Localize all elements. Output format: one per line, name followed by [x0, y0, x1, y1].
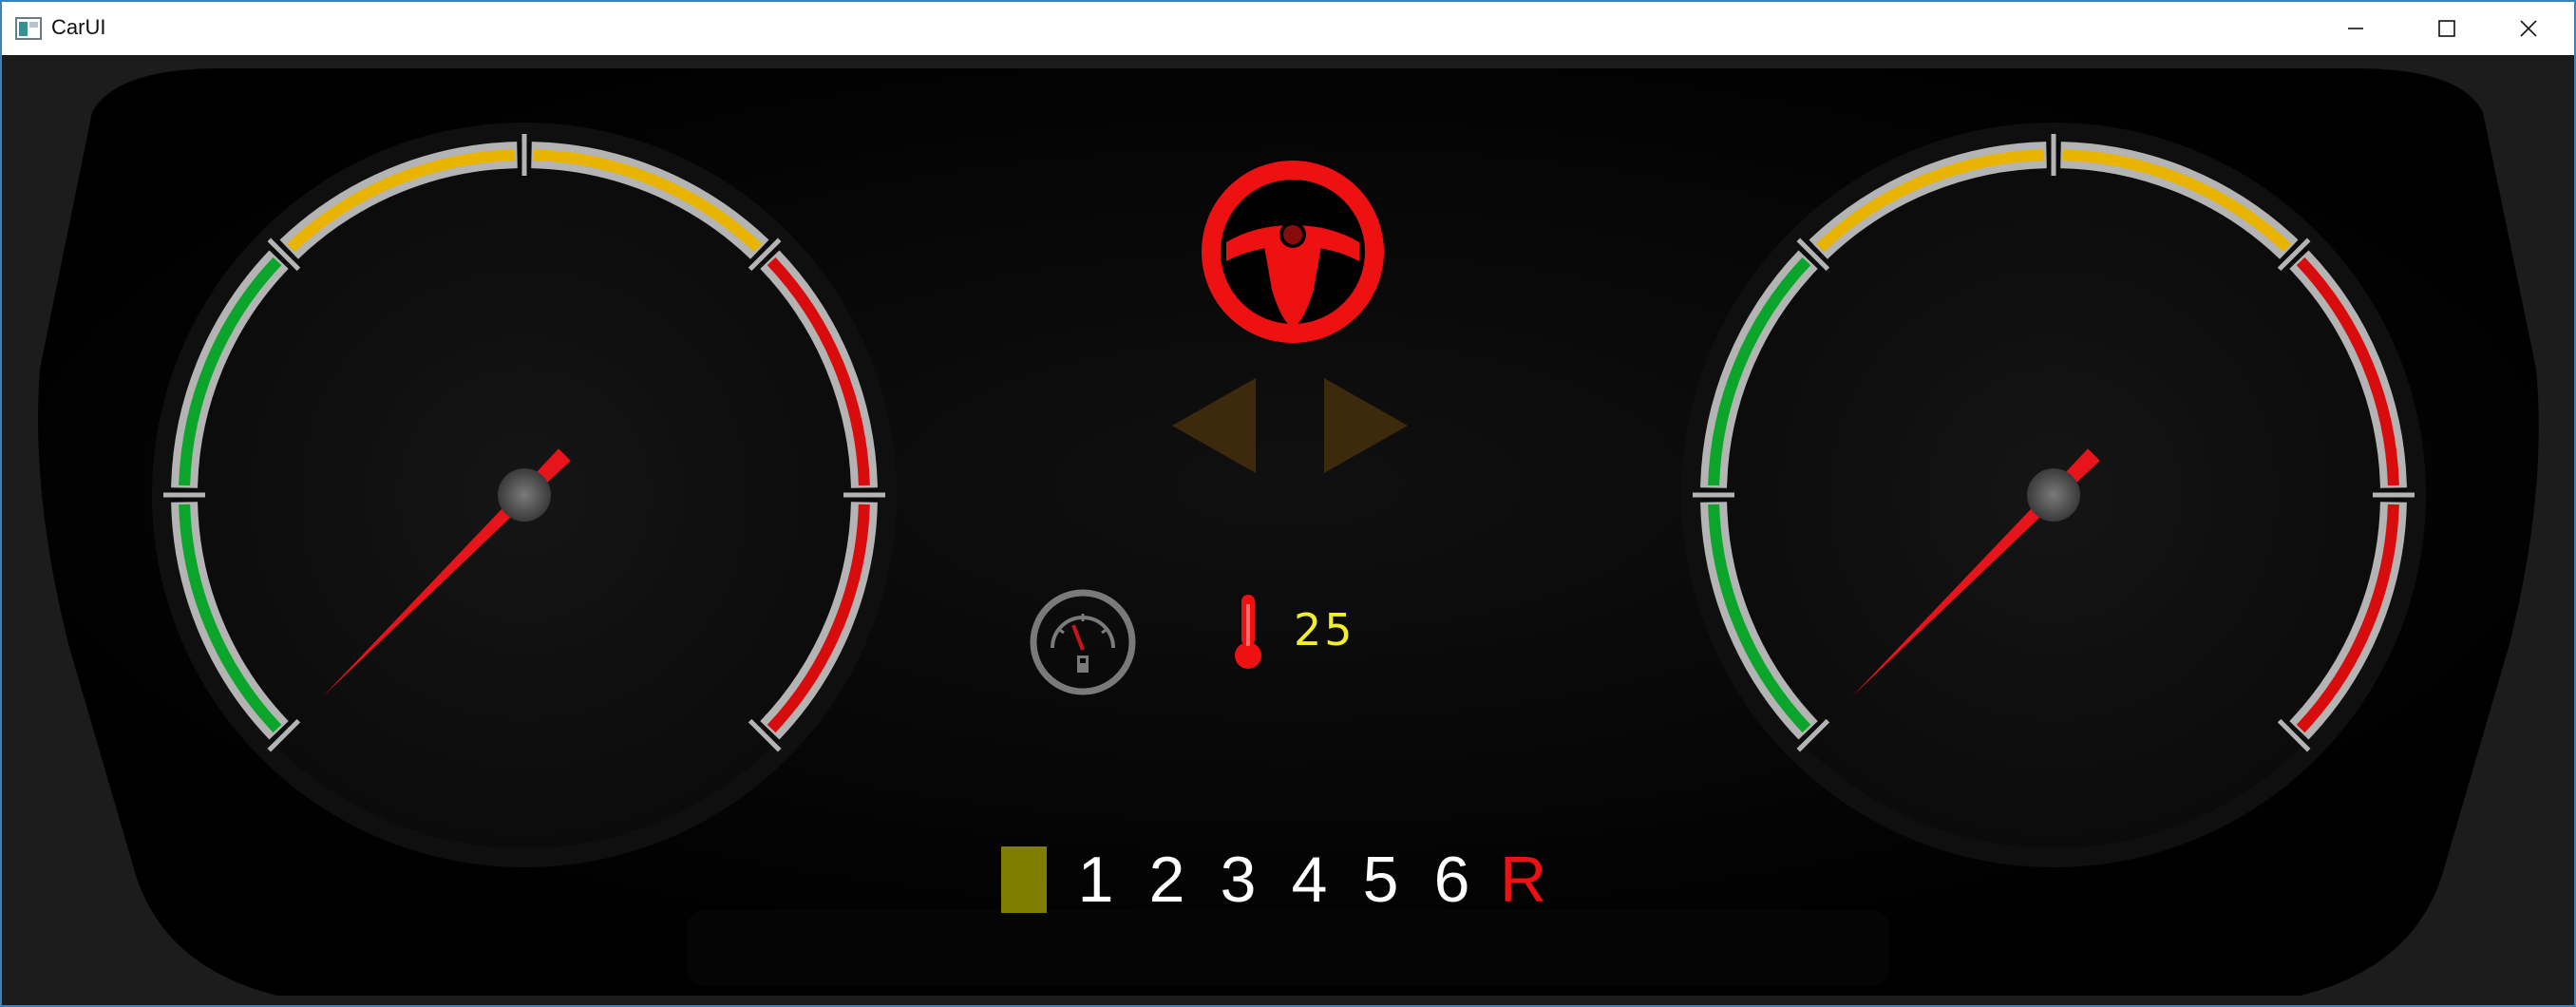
gear-reverse[interactable]: R: [1487, 842, 1559, 918]
gear-3[interactable]: 3: [1203, 842, 1274, 918]
maximize-icon: [2438, 20, 2455, 37]
gear-4[interactable]: 4: [1274, 842, 1345, 918]
gear-5[interactable]: 5: [1345, 842, 1416, 918]
gear-2[interactable]: 2: [1131, 842, 1203, 918]
gear-indicator: [1001, 846, 1047, 913]
gear-selector: 1 2 3 4 5 6 R: [1001, 842, 1559, 918]
gear-console: [686, 910, 1890, 986]
dashboard: 25 1 2 3 4 5 6 R: [2, 55, 2574, 1005]
gear-6[interactable]: 6: [1416, 842, 1487, 918]
gauge-hub: [498, 468, 551, 522]
gauge-hub: [2027, 468, 2080, 522]
app-window: CarUI 25 1 2 3 4 5 6 R: [0, 0, 2576, 1007]
left-gauge: [152, 123, 897, 867]
minimize-icon: [2348, 28, 2363, 29]
app-icon: [15, 17, 42, 40]
maximize-button[interactable]: [2401, 2, 2492, 55]
gear-1[interactable]: 1: [1060, 842, 1131, 918]
steering-wheel-icon: [1202, 161, 1384, 343]
close-button[interactable]: [2483, 2, 2574, 55]
minimize-button[interactable]: [2310, 2, 2401, 55]
title-bar[interactable]: CarUI: [2, 2, 2574, 55]
right-gauge: [1681, 123, 2426, 867]
window-title: CarUI: [51, 15, 106, 39]
temperature-value: 25: [1294, 604, 1355, 656]
close-icon: [2520, 20, 2537, 37]
